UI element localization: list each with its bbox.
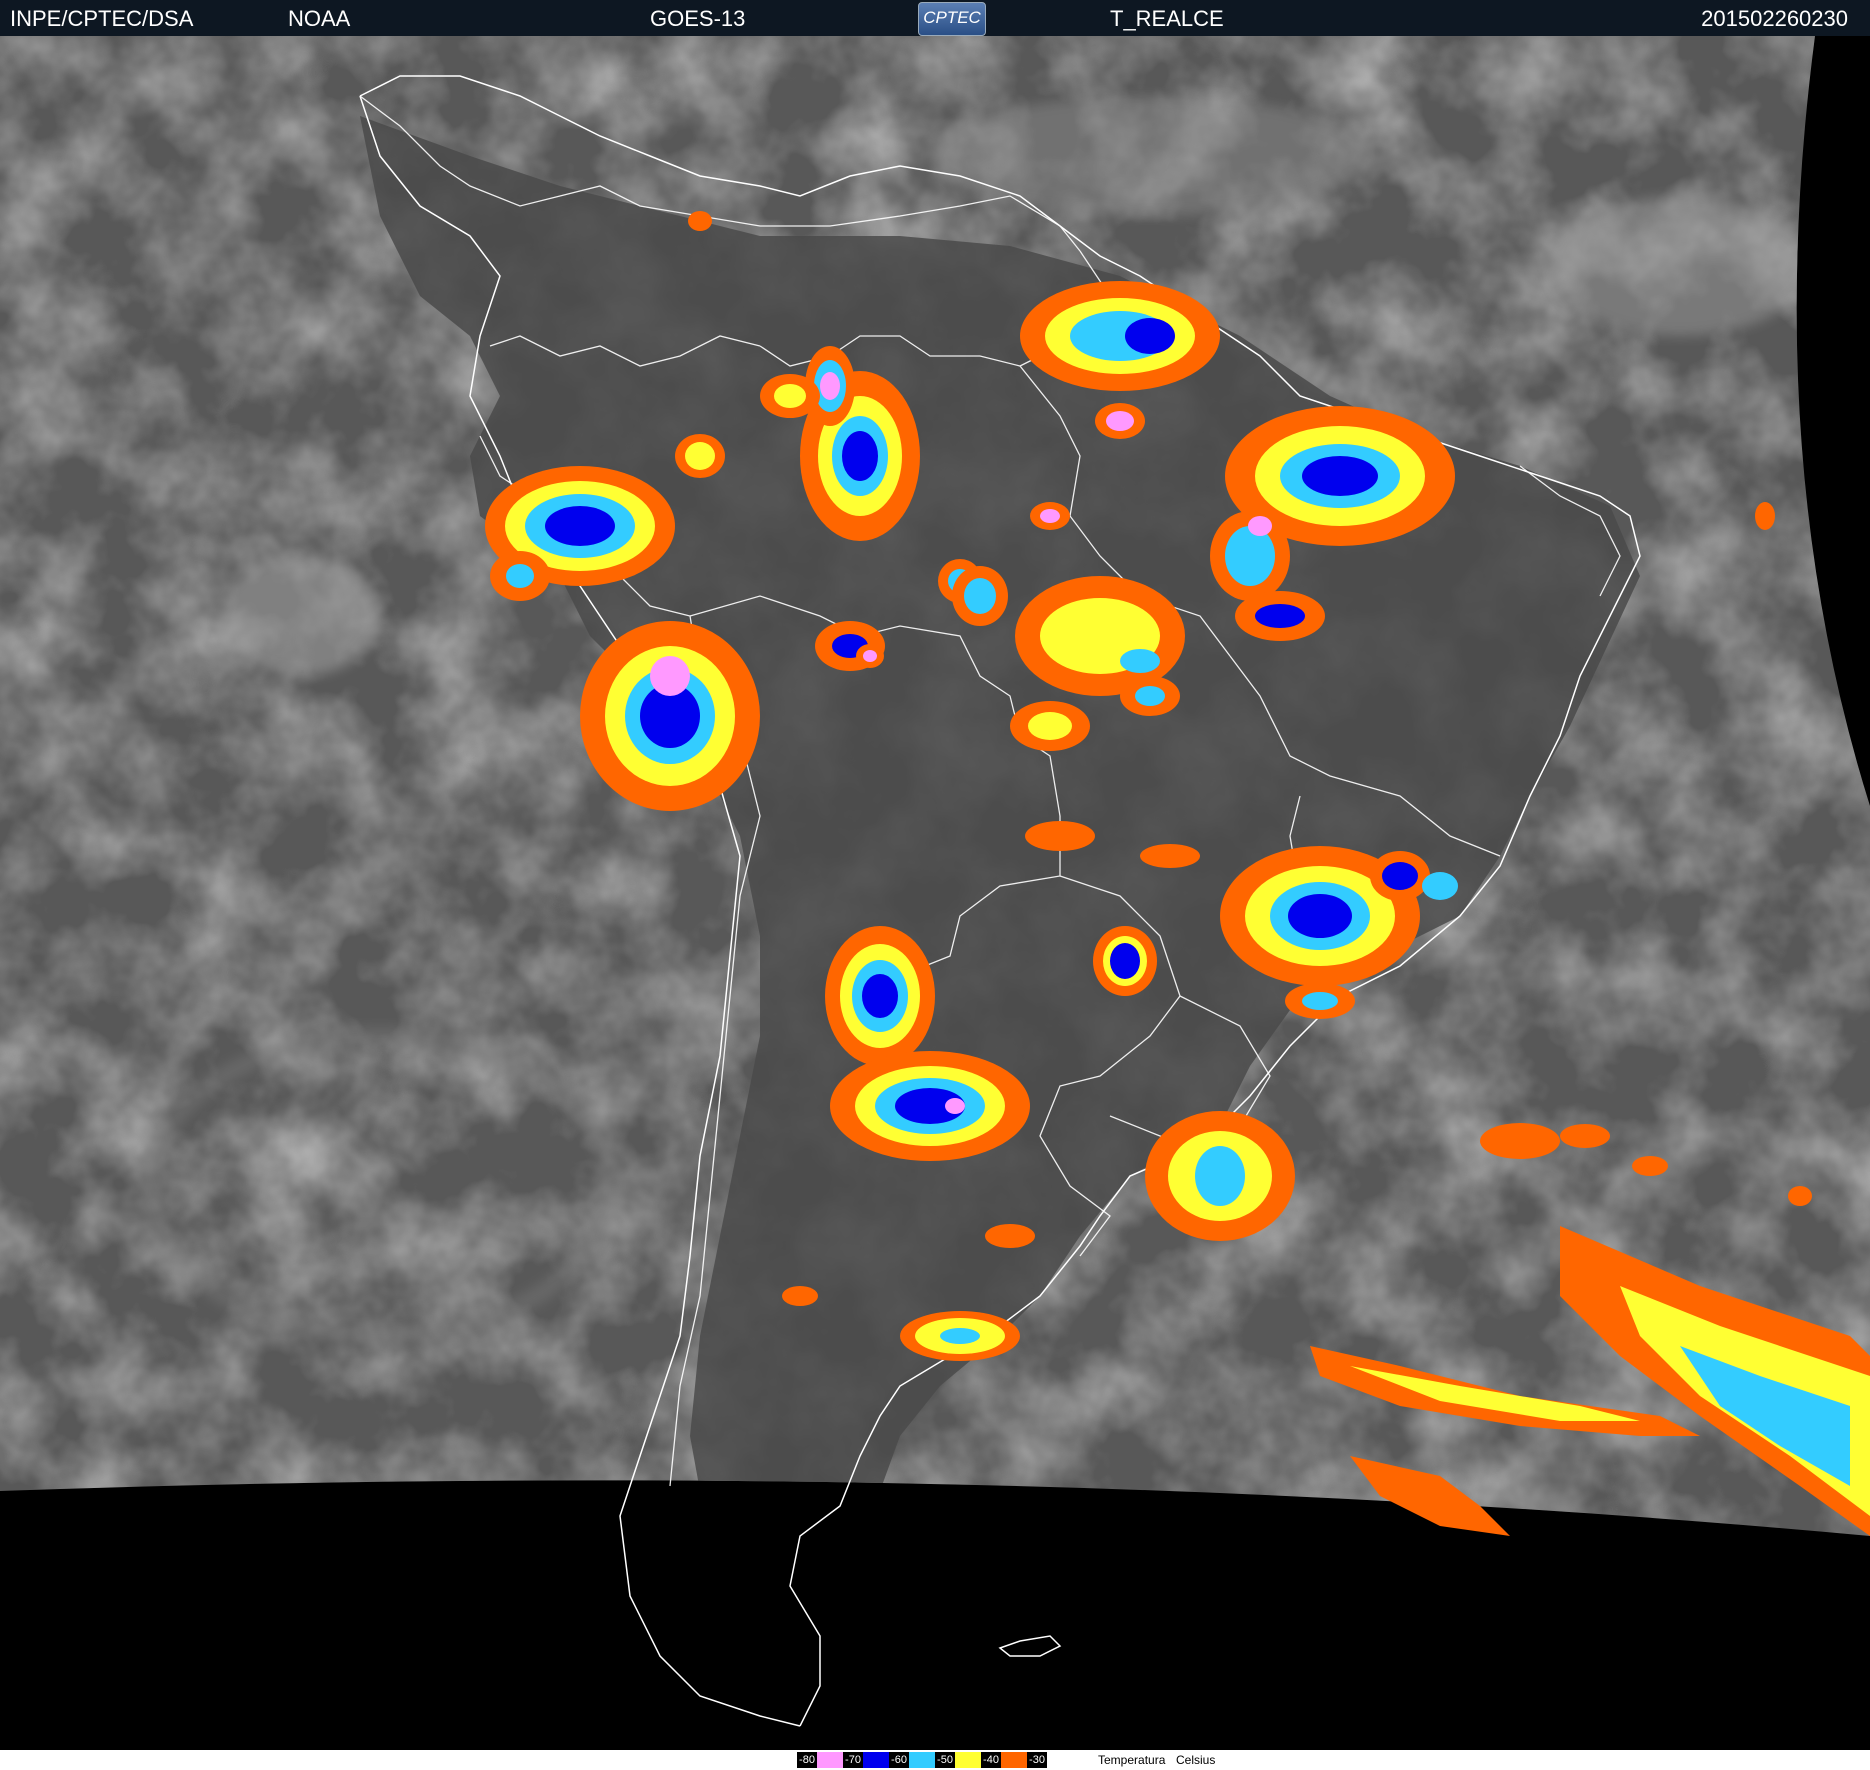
legend-label-minus60: -60 — [889, 1752, 909, 1768]
legend-swatch-minus60 — [909, 1752, 935, 1768]
legend-label-minus70: -70 — [843, 1752, 863, 1768]
legend-title: Temperatura — [1098, 1753, 1166, 1767]
storm-cell-goias — [1093, 926, 1157, 996]
cptec-logo: CPTEC — [918, 2, 986, 36]
cloud-band-atlantic — [1550, 196, 1810, 336]
storm-cell-bolivia — [825, 926, 935, 1066]
legend-label-minus40: -40 — [981, 1752, 1001, 1768]
product-label: T_REALCE — [1110, 6, 1224, 31]
timestamp-label: 201502260230 — [1701, 6, 1848, 31]
image-header: INPE/CPTEC/DSA NOAA GOES-13 CPTEC T_REAL… — [0, 0, 1870, 36]
cloud-band-pacific — [220, 556, 380, 676]
legend-unit: Celsius — [1176, 1753, 1216, 1767]
storm-cell-peru — [580, 621, 760, 811]
legend-swatch-minus80 — [817, 1752, 843, 1768]
agency-label: NOAA — [288, 6, 351, 31]
legend-swatch-minus50 — [955, 1752, 981, 1768]
satellite-label: GOES-13 — [650, 6, 746, 31]
legend-label-minus30: -30 — [1027, 1752, 1047, 1768]
storm-cell-argentina — [900, 1311, 1020, 1361]
legend-label-minus80: -80 — [797, 1752, 817, 1768]
storm-cell-para — [1020, 281, 1220, 391]
organization-label: INPE/CPTEC/DSA — [10, 6, 194, 31]
cloud-band-north — [930, 96, 1370, 216]
temperature-legend: -80 -70 -60 -50 -40 -30 Temperatura Cels… — [0, 1750, 1870, 1770]
legend-swatch-minus40 — [1001, 1752, 1027, 1768]
storm-cell-paraguay — [830, 1051, 1030, 1161]
satellite-map — [0, 36, 1870, 1750]
legend-label-minus50: -50 — [935, 1752, 955, 1768]
legend-swatch-minus70 — [863, 1752, 889, 1768]
storm-cell-southern-brazil — [1145, 1111, 1295, 1241]
